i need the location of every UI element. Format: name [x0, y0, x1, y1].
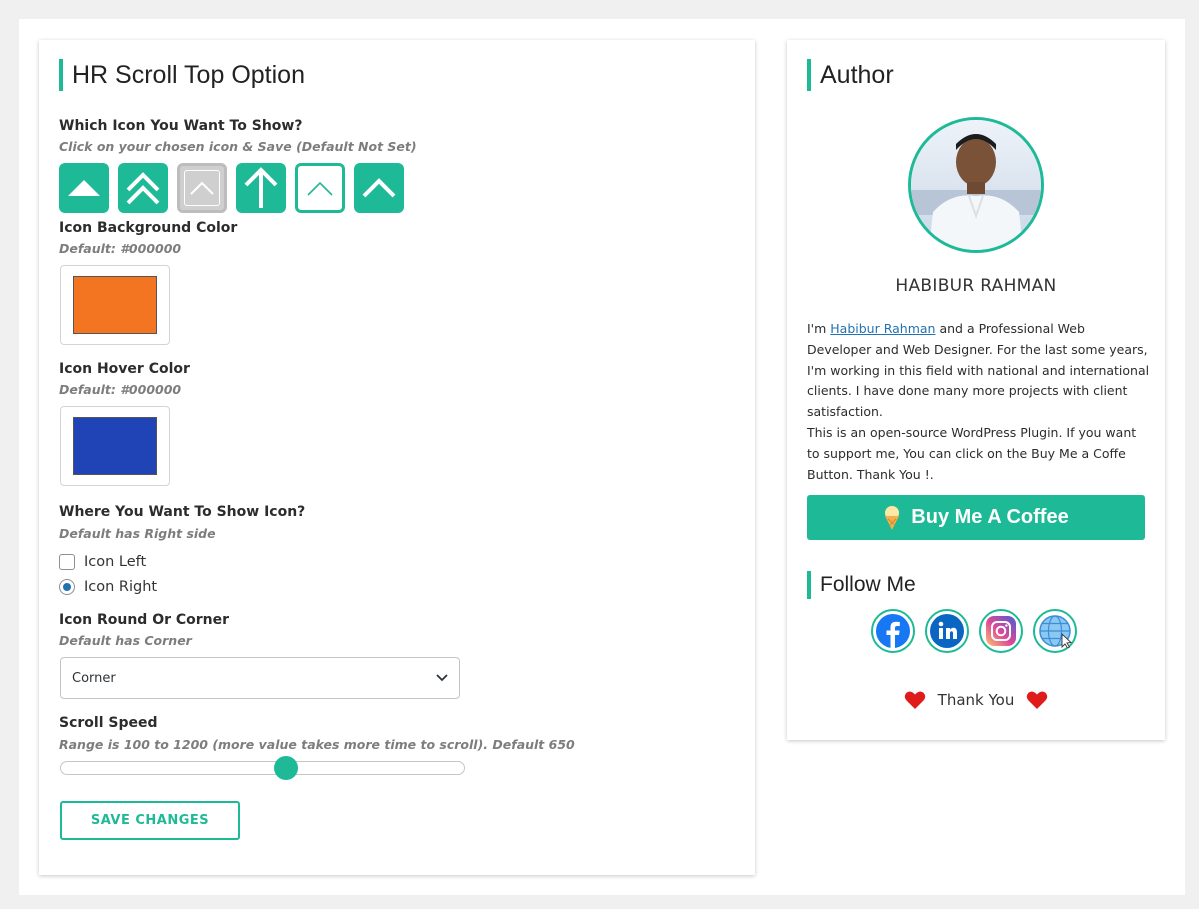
bg-color-picker[interactable] — [60, 265, 170, 345]
icon-right-label: Icon Right — [84, 579, 158, 595]
icon-option-bold-chevron[interactable] — [354, 163, 404, 213]
author-heading: Author — [807, 59, 894, 91]
hover-color-label: Icon Hover Color — [59, 361, 190, 377]
icon-option-outline-chevron[interactable] — [295, 163, 345, 213]
linkedin-icon — [930, 614, 964, 648]
double-chevron-up-icon — [126, 172, 160, 205]
position-hint: Default has Right side — [59, 526, 216, 541]
icon-choice-hint: Click on your chosen icon & Save (Defaul… — [59, 139, 417, 154]
coffee-label: Buy Me A Coffee — [911, 506, 1069, 528]
website-link[interactable] — [1033, 609, 1077, 653]
speed-hint: Range is 100 to 1200 (more value takes m… — [59, 737, 575, 752]
hover-color-hint: Default: #000000 — [59, 382, 182, 397]
speed-slider-track[interactable] — [60, 761, 465, 775]
author-heading-text: Author — [820, 60, 894, 89]
author-link[interactable]: Habibur Rahman — [830, 321, 935, 336]
boxed-chevron-frame — [184, 170, 220, 206]
instagram-link[interactable] — [979, 609, 1023, 653]
linkedin-link[interactable] — [925, 609, 969, 653]
speed-label: Scroll Speed — [59, 715, 158, 731]
icon-right-radio[interactable] — [59, 579, 75, 595]
heart-icon — [904, 691, 925, 709]
icon-option-double-chevron[interactable] — [118, 163, 168, 213]
bg-color-swatch — [73, 276, 157, 334]
thank-you-text: Thank You — [937, 691, 1015, 709]
bold-chevron-up-icon — [362, 178, 396, 198]
follow-heading-text: Follow Me — [820, 573, 916, 596]
thank-you-row: Thank You — [787, 690, 1165, 710]
bg-color-hint: Default: #000000 — [59, 241, 182, 256]
shape-select-value: Corner — [72, 670, 116, 686]
bio-prefix: I'm — [807, 321, 831, 336]
radio-selected-dot — [63, 583, 71, 591]
icon-left-checkbox[interactable] — [59, 554, 75, 570]
icon-choice-label: Which Icon You Want To Show? — [59, 118, 303, 134]
shape-select[interactable]: Corner — [60, 657, 460, 699]
globe-icon — [1039, 615, 1072, 648]
chevron-down-icon — [436, 674, 448, 682]
option-icon-right[interactable]: Icon Right — [59, 579, 157, 595]
shape-hint: Default has Corner — [59, 633, 192, 648]
icon-option-arrow[interactable] — [236, 163, 286, 213]
ice-cream-icon — [885, 505, 900, 530]
author-bio: I'm Habibur Rahman and a Professional We… — [807, 319, 1152, 485]
hover-color-swatch — [73, 417, 157, 475]
save-changes-button[interactable]: SAVE CHANGES — [60, 801, 240, 840]
position-label: Where You Want To Show Icon? — [59, 504, 306, 520]
buy-me-coffee-button[interactable]: Buy Me A Coffee — [807, 495, 1145, 540]
bio-plugin-text: This is an open-source WordPress Plugin.… — [807, 424, 1137, 482]
instagram-icon — [986, 616, 1016, 646]
facebook-link[interactable] — [871, 609, 915, 653]
avatar — [908, 117, 1044, 253]
hover-color-picker[interactable] — [60, 406, 170, 486]
option-icon-left[interactable]: Icon Left — [59, 554, 146, 570]
shape-label: Icon Round Or Corner — [59, 612, 230, 628]
icon-left-label: Icon Left — [84, 554, 147, 570]
follow-heading: Follow Me — [807, 571, 916, 599]
author-name: HABIBUR RAHMAN — [895, 276, 1057, 296]
arrow-up-icon — [244, 167, 278, 208]
heart-icon — [1027, 691, 1048, 709]
facebook-icon — [876, 614, 910, 648]
page-title: HR Scroll Top Option — [59, 59, 305, 91]
bg-color-label: Icon Background Color — [59, 220, 238, 236]
triangle-up-icon — [68, 180, 100, 196]
icon-option-boxed-chevron[interactable] — [177, 163, 227, 213]
speed-slider-thumb[interactable] — [273, 756, 298, 780]
icon-choice-row — [59, 163, 404, 213]
social-links — [871, 609, 1077, 653]
chevron-up-icon — [190, 181, 214, 195]
page-title-text: HR Scroll Top Option — [72, 60, 305, 89]
chevron-up-outline-icon — [307, 181, 333, 196]
icon-option-triangle[interactable] — [59, 163, 109, 213]
author-photo — [911, 120, 1041, 250]
